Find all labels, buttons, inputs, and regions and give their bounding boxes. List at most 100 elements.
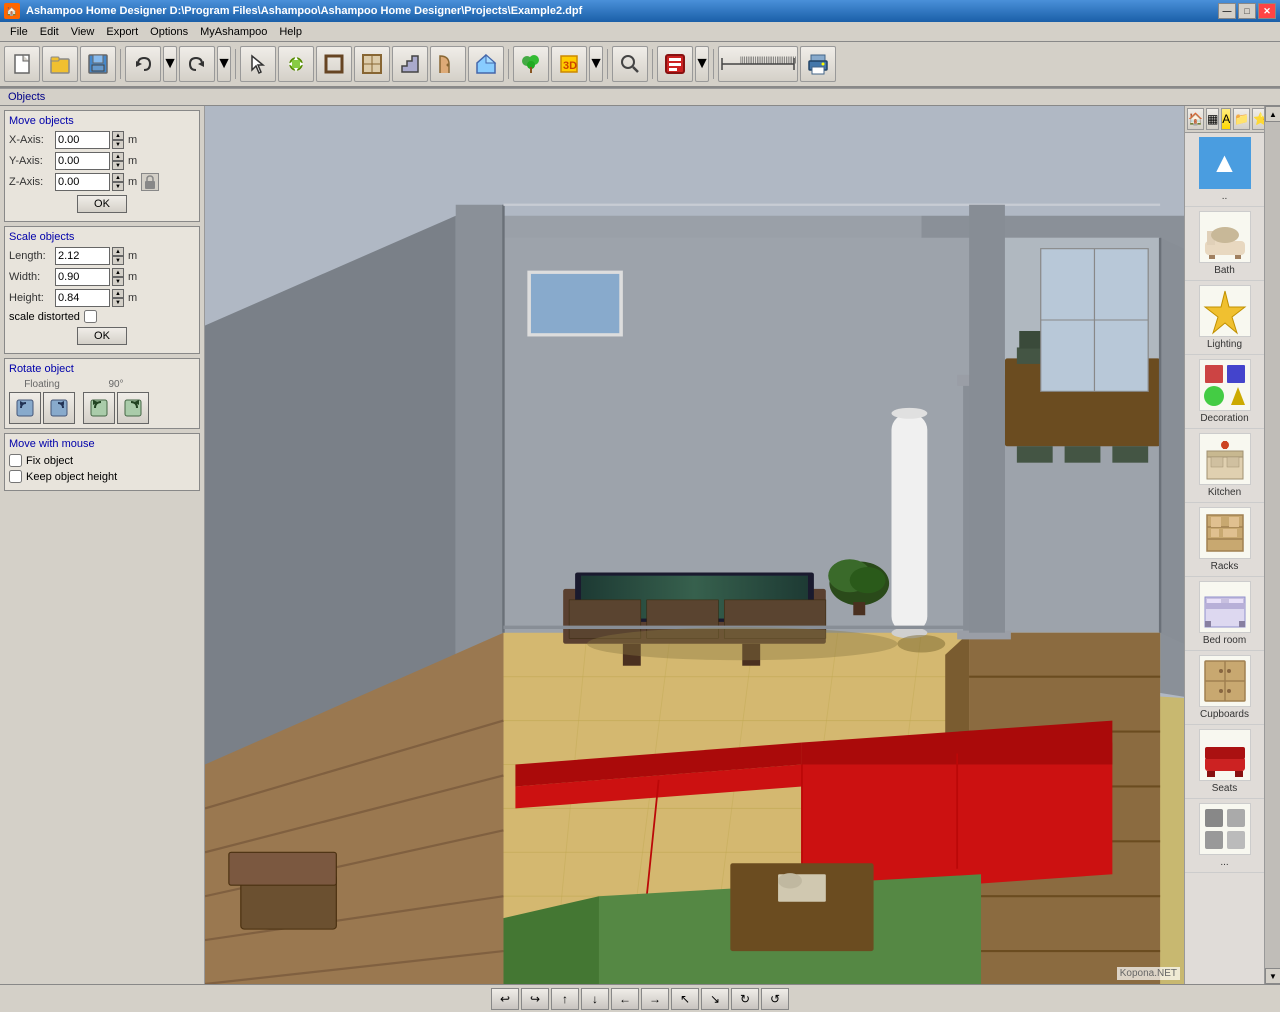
new-button[interactable] (4, 46, 40, 82)
category-lighting[interactable]: Lighting (1185, 281, 1264, 355)
rotate-90-ccw-button[interactable] (83, 392, 115, 424)
category-bath[interactable]: Bath (1185, 207, 1264, 281)
minimize-button[interactable]: — (1218, 3, 1236, 19)
x-axis-input[interactable] (55, 131, 110, 149)
undo-button[interactable] (125, 46, 161, 82)
save-button[interactable] (80, 46, 116, 82)
z-axis-down[interactable]: ▼ (112, 182, 124, 191)
nav-rotr[interactable]: ↻ (731, 988, 759, 1010)
catalog-dropdown[interactable]: ▼ (695, 46, 709, 82)
left-panel: Move objects X-Axis: ▲▼ m Y-Axis: ▲▼ m Z… (0, 106, 205, 984)
menu-view[interactable]: View (65, 24, 101, 40)
rp-icon-house[interactable]: 🏠 (1187, 108, 1204, 130)
category-bedroom[interactable]: Bed room (1185, 577, 1264, 651)
rotate-cw-button[interactable] (43, 392, 75, 424)
3d-view-button[interactable]: 3D (551, 46, 587, 82)
bath-label: Bath (1214, 265, 1235, 276)
window-button[interactable] (468, 46, 504, 82)
height-input[interactable] (55, 289, 110, 307)
print-button[interactable] (800, 46, 836, 82)
rp-icon-text[interactable]: A (1221, 108, 1231, 130)
category-decoration[interactable]: Decoration (1185, 355, 1264, 429)
wall-button[interactable] (316, 46, 352, 82)
menu-myashampoo[interactable]: MyAshampoo (194, 24, 273, 40)
nav-right[interactable]: → (641, 988, 669, 1010)
close-button[interactable]: ✕ (1258, 3, 1276, 19)
scene-3d[interactable]: Kopona.NET (205, 106, 1184, 984)
menu-file[interactable]: File (4, 24, 34, 40)
scale-distorted-checkbox[interactable] (84, 310, 97, 323)
nav-down[interactable]: ↓ (581, 988, 609, 1010)
svg-text:||||||||||||||||||||||||||||||: ||||||||||||||||||||||||||||||||| (740, 57, 796, 64)
category-racks[interactable]: Racks (1185, 503, 1264, 577)
scroll-down-button[interactable]: ▼ (1265, 968, 1280, 984)
rotate-90-cw-button[interactable] (117, 392, 149, 424)
nav-left[interactable]: ← (611, 988, 639, 1010)
height-up[interactable]: ▲ (112, 289, 124, 298)
scale-distorted-row: scale distorted (9, 310, 195, 323)
redo-dropdown[interactable]: ▼ (217, 46, 231, 82)
nav-rotl[interactable]: ↺ (761, 988, 789, 1010)
fix-object-checkbox[interactable] (9, 454, 22, 467)
menu-help[interactable]: Help (273, 24, 308, 40)
measure-button[interactable]: ||||||||||||||||||||||||||||||||| (718, 46, 798, 82)
search-button[interactable] (612, 46, 648, 82)
z-axis-input[interactable] (55, 173, 110, 191)
length-down[interactable]: ▼ (112, 256, 124, 265)
scroll-track[interactable] (1265, 122, 1280, 968)
keep-height-checkbox[interactable] (9, 470, 22, 483)
length-up[interactable]: ▲ (112, 247, 124, 256)
plant-button[interactable] (513, 46, 549, 82)
y-axis-spinner[interactable]: ▲▼ (112, 152, 124, 170)
select-button[interactable] (240, 46, 276, 82)
open-button[interactable] (42, 46, 78, 82)
nav-up[interactable]: ↑ (551, 988, 579, 1010)
nav-redo[interactable]: ↪ (521, 988, 549, 1010)
y-axis-input[interactable] (55, 152, 110, 170)
z-lock-button[interactable] (141, 173, 159, 191)
y-axis-down[interactable]: ▼ (112, 161, 124, 170)
width-up[interactable]: ▲ (112, 268, 124, 277)
stairs-button[interactable] (392, 46, 428, 82)
rp-icon-star[interactable]: ⭐ (1252, 108, 1264, 130)
3d-dropdown[interactable]: ▼ (589, 46, 603, 82)
room-button[interactable] (354, 46, 390, 82)
x-axis-up[interactable]: ▲ (112, 131, 124, 140)
move-button[interactable] (278, 46, 314, 82)
category-misc[interactable]: ... (1185, 799, 1264, 873)
catalog-button[interactable] (657, 46, 693, 82)
title-bar-controls[interactable]: — □ ✕ (1218, 3, 1276, 19)
category-seats[interactable]: Seats (1185, 725, 1264, 799)
scale-ok-button[interactable]: OK (77, 327, 127, 345)
height-down[interactable]: ▼ (112, 298, 124, 307)
height-spinner[interactable]: ▲▼ (112, 289, 124, 307)
category-kitchen[interactable]: Kitchen (1185, 429, 1264, 503)
door-button[interactable] (430, 46, 466, 82)
redo-button[interactable] (179, 46, 215, 82)
scroll-up-button[interactable]: ▲ (1265, 106, 1280, 122)
nav-undo[interactable]: ↩ (491, 988, 519, 1010)
width-down[interactable]: ▼ (112, 277, 124, 286)
rp-icon-grid[interactable]: ▦ (1206, 108, 1219, 130)
nav-dr[interactable]: ↘ (701, 988, 729, 1010)
rp-icon-folder[interactable]: 📁 (1233, 108, 1250, 130)
rotate-ccw-button[interactable] (9, 392, 41, 424)
x-axis-down[interactable]: ▼ (112, 140, 124, 149)
undo-dropdown[interactable]: ▼ (163, 46, 177, 82)
menu-export[interactable]: Export (100, 24, 144, 40)
menu-options[interactable]: Options (144, 24, 194, 40)
z-axis-spinner[interactable]: ▲▼ (112, 173, 124, 191)
y-axis-up[interactable]: ▲ (112, 152, 124, 161)
category-up[interactable]: .. (1185, 133, 1264, 207)
length-spinner[interactable]: ▲▼ (112, 247, 124, 265)
x-axis-spinner[interactable]: ▲▼ (112, 131, 124, 149)
menu-edit[interactable]: Edit (34, 24, 65, 40)
z-axis-up[interactable]: ▲ (112, 173, 124, 182)
length-input[interactable] (55, 247, 110, 265)
width-spinner[interactable]: ▲▼ (112, 268, 124, 286)
width-input[interactable] (55, 268, 110, 286)
category-cupboards[interactable]: Cupboards (1185, 651, 1264, 725)
nav-ul[interactable]: ↖ (671, 988, 699, 1010)
move-ok-button[interactable]: OK (77, 195, 127, 213)
maximize-button[interactable]: □ (1238, 3, 1256, 19)
